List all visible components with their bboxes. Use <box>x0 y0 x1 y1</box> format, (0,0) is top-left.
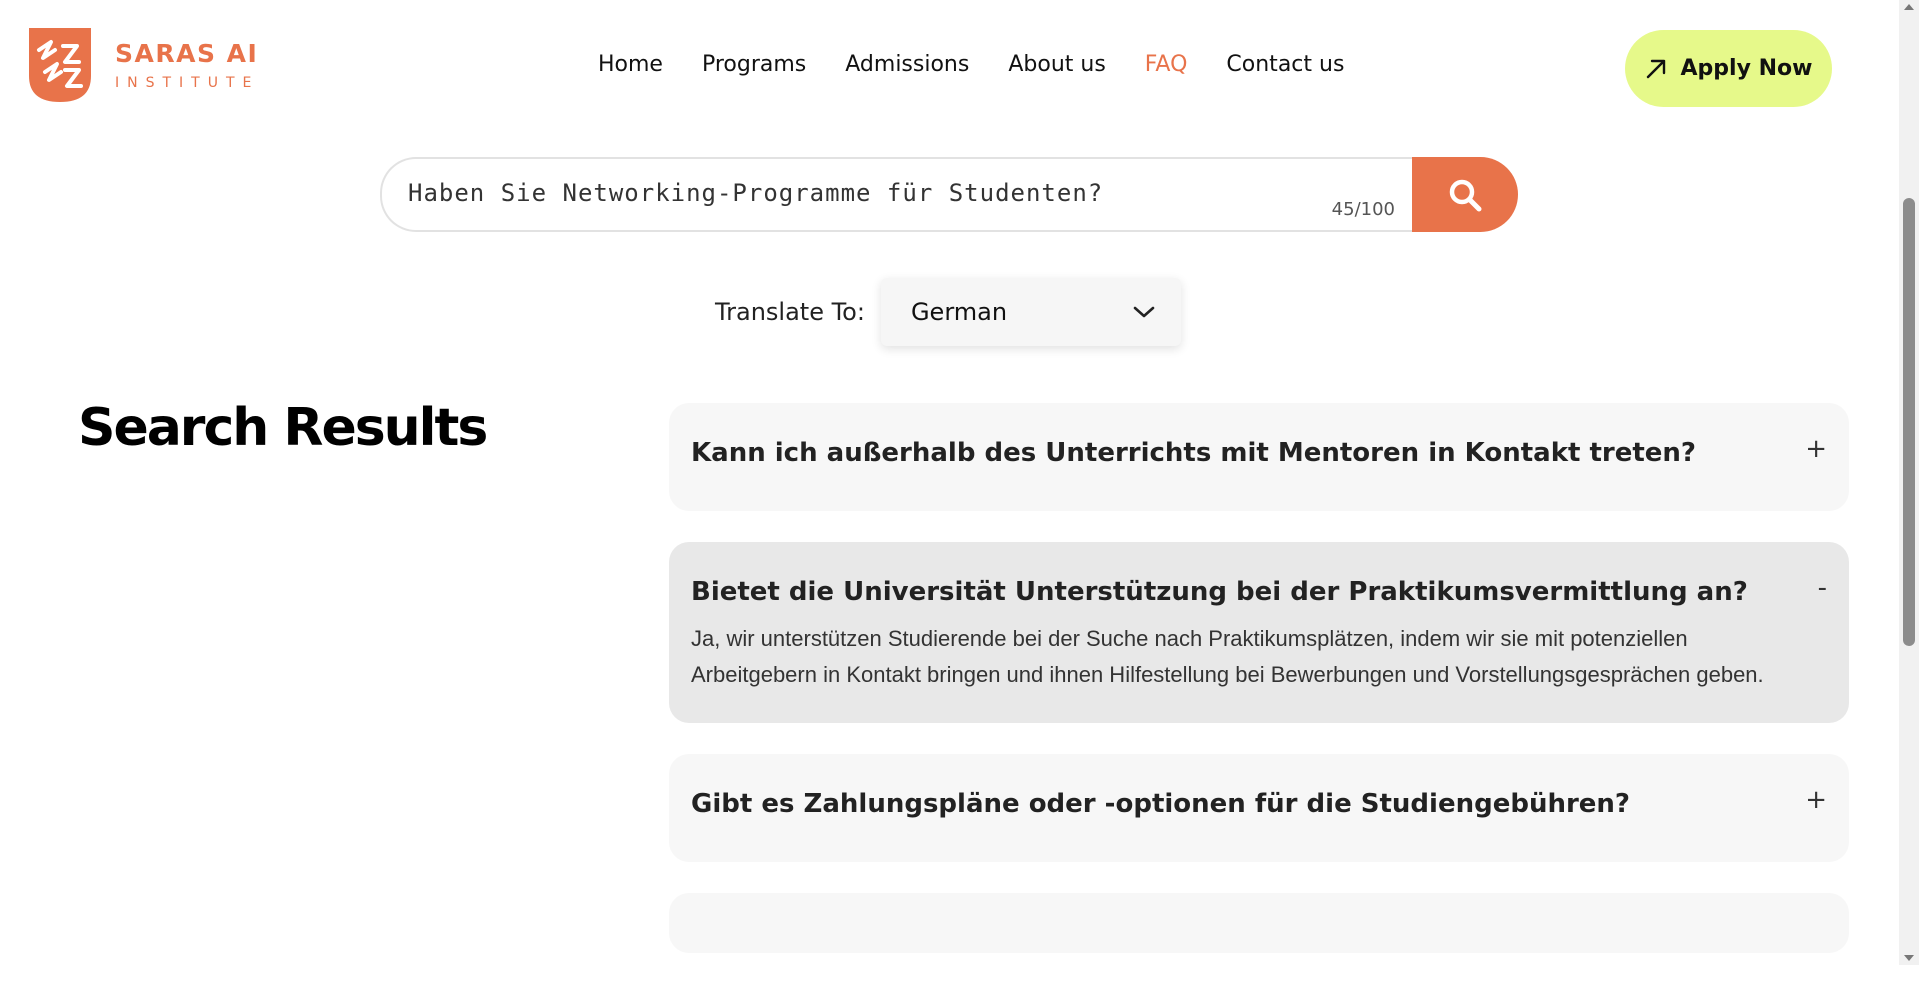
faq-question: Kann ich außerhalb des Unterrichts mit M… <box>691 438 1697 468</box>
site-header: SARAS AI INSTITUTE Home Programs Admissi… <box>0 0 1919 130</box>
page-scrollbar[interactable] <box>1899 0 1919 965</box>
faq-answer: Ja, wir unterstützen Studierende bei der… <box>691 626 1764 687</box>
nav-about-us[interactable]: About us <box>1008 52 1105 77</box>
logo[interactable]: SARAS AI INSTITUTE <box>29 28 259 102</box>
nav-faq[interactable]: FAQ <box>1145 52 1188 77</box>
search-bar: Haben Sie Networking-Programme für Stude… <box>380 157 1518 232</box>
search-icon <box>1449 179 1482 211</box>
language-select[interactable]: German <box>880 278 1181 346</box>
search-input[interactable]: Haben Sie Networking-Programme für Stude… <box>380 157 1413 232</box>
saras-logo-icon <box>29 28 91 102</box>
translate-control: Translate To: German <box>715 278 1181 346</box>
scroll-thumb[interactable] <box>1903 198 1915 646</box>
main-nav: Home Programs Admissions About us FAQ Co… <box>598 52 1383 77</box>
nav-programs[interactable]: Programs <box>702 52 806 77</box>
nav-home[interactable]: Home <box>598 52 663 77</box>
brand-subtitle: INSTITUTE <box>115 75 260 91</box>
faq-item[interactable]: Kann ich außerhalb des Unterrichts mit M… <box>669 403 1849 511</box>
scroll-down-arrow-icon[interactable] <box>1904 955 1914 961</box>
language-selected: German <box>910 298 1008 326</box>
faq-question: Gibt es Zahlungspläne oder -optionen für… <box>691 789 1631 819</box>
apply-now-button[interactable]: Apply Now <box>1625 30 1832 107</box>
scroll-up-arrow-icon[interactable] <box>1904 4 1914 10</box>
translate-label: Translate To: <box>715 298 865 326</box>
chevron-down-icon <box>1133 306 1155 318</box>
expand-toggle[interactable]: + <box>1805 785 1827 815</box>
apply-now-label: Apply Now <box>1680 56 1813 81</box>
faq-item-partial[interactable] <box>669 893 1849 953</box>
collapse-toggle[interactable]: - <box>1818 573 1827 603</box>
faq-item[interactable]: Gibt es Zahlungspläne oder -optionen für… <box>669 754 1849 862</box>
arrow-up-right-icon <box>1646 59 1665 78</box>
search-query: Haben Sie Networking-Programme für Stude… <box>408 179 1104 207</box>
char-counter: 45/100 <box>1331 199 1395 220</box>
faq-item[interactable]: Bietet die Universität Unterstützung bei… <box>669 542 1849 723</box>
expand-toggle[interactable]: + <box>1805 434 1827 464</box>
nav-contact-us[interactable]: Contact us <box>1226 52 1344 77</box>
faq-question: Bietet die Universität Unterstützung bei… <box>691 577 1748 607</box>
search-results-heading: Search Results <box>78 398 488 458</box>
faq-list: Kann ich außerhalb des Unterrichts mit M… <box>669 403 1849 984</box>
brand-title: SARAS AI <box>115 39 259 68</box>
search-button[interactable] <box>1412 157 1518 232</box>
nav-admissions[interactable]: Admissions <box>845 52 969 77</box>
